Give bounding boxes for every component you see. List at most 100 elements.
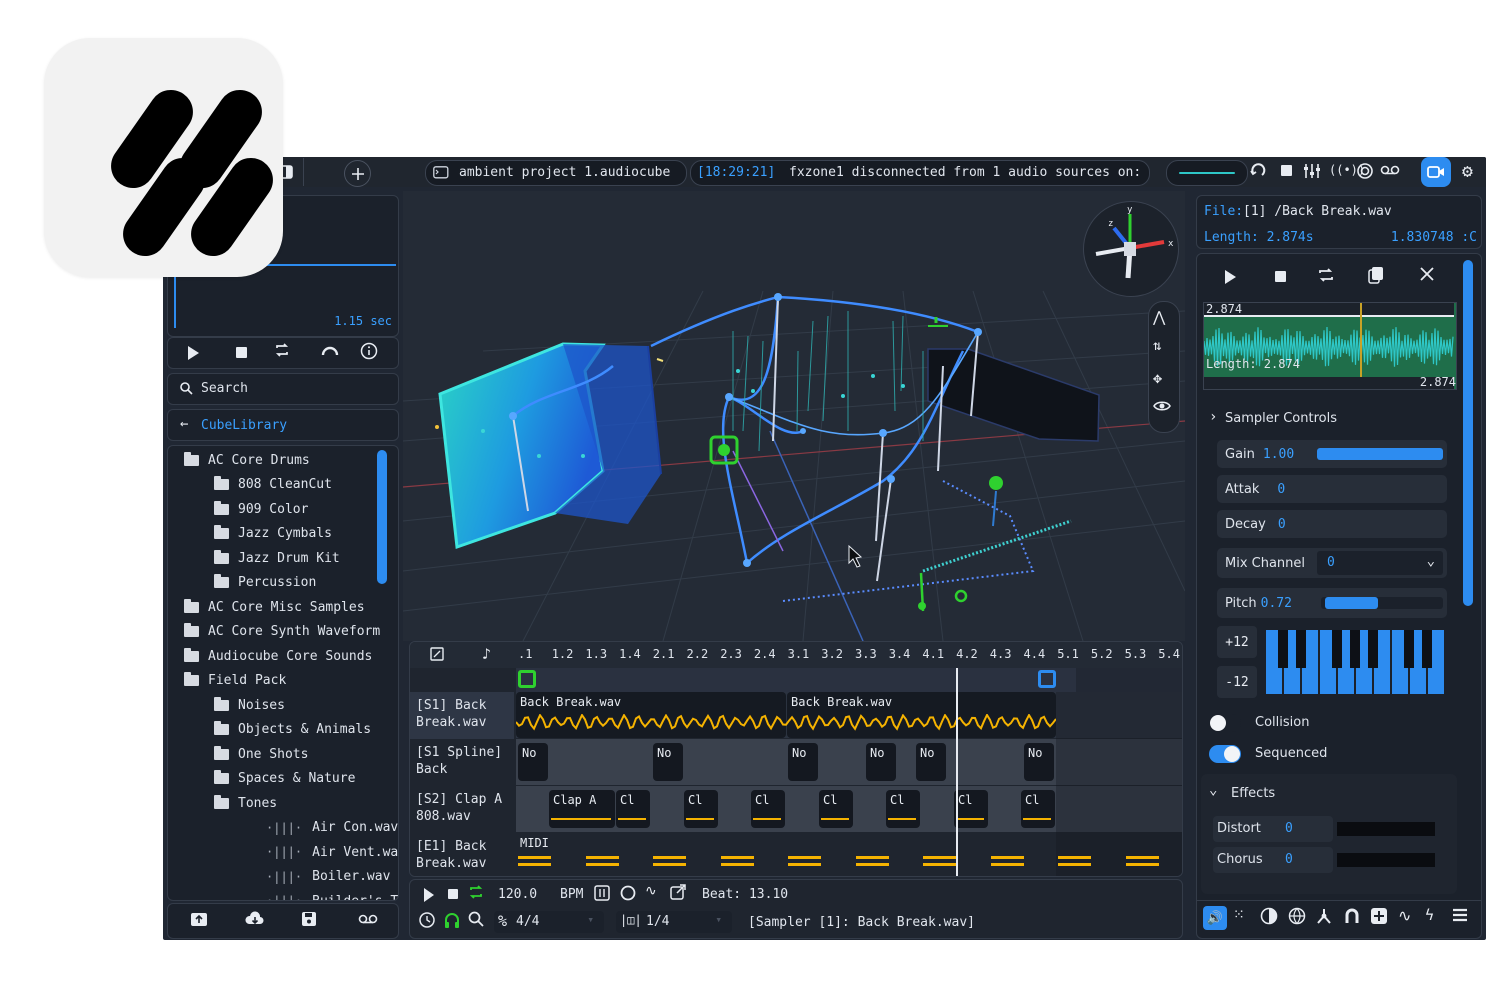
collision-toggle-row[interactable]: Collision (1209, 712, 1449, 734)
library-folder[interactable]: Audiocube Core Sounds (184, 644, 372, 668)
library-folder[interactable]: Jazz Drum Kit (214, 546, 340, 570)
stop-icon[interactable] (448, 889, 458, 899)
target-icon[interactable] (1356, 162, 1374, 180)
tape-icon[interactable] (358, 913, 378, 925)
export-icon[interactable] (670, 884, 686, 900)
chevron-down-icon[interactable]: ⌄ (1209, 782, 1217, 798)
scatter-icon[interactable]: ⁙ (1233, 907, 1245, 923)
clap-clip[interactable]: Cl (616, 790, 650, 828)
midi-note[interactable] (720, 856, 754, 859)
midi-note[interactable] (990, 863, 1024, 866)
black-key[interactable] (1296, 630, 1306, 668)
collision-toggle[interactable] (1209, 714, 1241, 732)
sampler-scrollbar[interactable] (1463, 260, 1473, 606)
midi-note[interactable] (855, 863, 889, 866)
play-icon[interactable] (188, 346, 199, 360)
pointer-mode-icon[interactable]: ⋀ (1153, 308, 1165, 326)
clock-icon[interactable] (418, 911, 436, 929)
search-box[interactable]: Search (167, 373, 399, 405)
loop-end-marker[interactable] (1038, 670, 1056, 688)
loop-start-marker[interactable] (518, 670, 536, 688)
midi-note[interactable] (1058, 863, 1091, 866)
library-folder[interactable]: Objects & Animals (214, 718, 371, 742)
settings-gear-icon[interactable]: ⚙ (1462, 161, 1473, 182)
midi-note[interactable] (990, 856, 1024, 859)
loop-icon[interactable] (1317, 266, 1335, 284)
mix-channel-control[interactable]: Mix Channel 0 ⌄ (1217, 548, 1447, 578)
quantize-select[interactable]: |◫| 1/4 ▾ (616, 911, 732, 933)
midi-note[interactable] (585, 863, 619, 866)
close-icon[interactable] (1419, 266, 1435, 282)
graph-nodes-icon[interactable] (1315, 907, 1333, 925)
midi-note[interactable] (720, 863, 754, 866)
chorus-control[interactable]: Chorus 0 (1213, 847, 1333, 873)
globe-icon[interactable] (1288, 907, 1306, 925)
play-icon[interactable] (424, 888, 434, 902)
zoom-icon[interactable] (468, 911, 484, 927)
decay-control[interactable]: Decay 0 (1217, 510, 1447, 538)
black-key[interactable] (1422, 630, 1432, 668)
midi-note[interactable] (653, 856, 686, 859)
play-icon[interactable] (1225, 270, 1236, 284)
music-note-icon[interactable]: ♪ (482, 645, 491, 663)
midi-note[interactable] (923, 856, 956, 859)
distort-control[interactable]: Distort 0 (1213, 816, 1333, 842)
stop-icon[interactable] (1281, 165, 1292, 176)
track-label-sample[interactable]: [S1] Back Break.wav (410, 692, 514, 739)
library-file[interactable]: ·|||· Air Con.wav (266, 816, 398, 840)
distort-slider[interactable] (1337, 822, 1435, 836)
zoom-fit-icon[interactable] (430, 647, 444, 661)
library-folder[interactable]: 808 CleanCut (214, 473, 332, 497)
stop-icon[interactable] (1275, 271, 1286, 282)
wave-icon[interactable]: ∿ (1398, 906, 1411, 925)
spline-clip[interactable]: No (866, 743, 896, 781)
import-icon[interactable] (190, 911, 208, 927)
back-arrow-icon[interactable]: ← (180, 416, 188, 432)
octave-down-button[interactable]: -12 (1217, 666, 1257, 698)
midi-clip[interactable]: MIDI (516, 833, 1056, 876)
black-key[interactable] (1404, 630, 1414, 668)
track-label-clap[interactable]: [S2] Clap A 808.wav (410, 786, 514, 833)
library-folder[interactable]: AC Core Synth Waveform (184, 620, 380, 644)
midi-note[interactable] (788, 856, 821, 859)
viewport-3d[interactable]: y x z ⋀ ⇅ ✥ (403, 191, 1185, 641)
loop-icon[interactable] (274, 342, 290, 358)
menu-icon[interactable] (1452, 907, 1468, 923)
midi-note[interactable] (1058, 856, 1091, 859)
gain-control[interactable]: Gain 1.00 (1217, 440, 1447, 468)
camera-button[interactable] (1421, 157, 1451, 187)
vertical-move-icon[interactable]: ⇅ (1153, 338, 1161, 354)
gain-slider[interactable] (1317, 448, 1443, 460)
chorus-slider[interactable] (1337, 853, 1435, 867)
mixer-icon[interactable] (1303, 162, 1321, 180)
spline-clip[interactable]: No (518, 743, 548, 781)
clap-clip[interactable]: Clap A (549, 790, 615, 828)
black-key[interactable] (1278, 630, 1288, 668)
bpm-value[interactable]: 120.0 (498, 887, 537, 902)
move-arrows-icon[interactable]: ✥ (1153, 369, 1162, 387)
project-field[interactable]: ambient project 1.audiocube (425, 160, 687, 186)
library-folder[interactable]: AC Core Misc Samples (184, 595, 365, 619)
midi-note[interactable] (653, 863, 686, 866)
track-label-spline[interactable]: [S1 Spline] Back (410, 739, 514, 786)
library-folder[interactable]: Field Pack (184, 669, 286, 693)
time-signature-select[interactable]: % 4/4 ▾ (494, 911, 604, 933)
library-folder[interactable]: AC Core Drums (184, 448, 310, 472)
library-file[interactable]: ·|||· Boiler.wav (266, 865, 390, 889)
spline-clip[interactable]: No (916, 743, 946, 781)
contrast-icon[interactable] (1260, 907, 1278, 925)
library-file[interactable]: ·|||· Builder's Truck (266, 889, 398, 901)
cloud-download-icon[interactable] (245, 911, 265, 927)
midi-note[interactable] (518, 863, 551, 866)
sampler-controls-header[interactable]: › Sampler Controls (1203, 408, 1455, 430)
black-key[interactable] (1368, 630, 1378, 668)
library-folder[interactable]: Tones (214, 791, 277, 815)
library-folder[interactable]: One Shots (214, 742, 308, 766)
info-icon[interactable] (360, 342, 378, 360)
speaker-icon[interactable]: 🔊 (1203, 906, 1227, 930)
library-folder[interactable]: Jazz Cymbals (214, 522, 332, 546)
spline-clip[interactable]: No (1024, 743, 1054, 781)
midi-note[interactable] (788, 863, 821, 866)
piano-keys[interactable] (1265, 630, 1445, 694)
pitch-control[interactable]: Pitch 0.72 (1217, 588, 1447, 618)
